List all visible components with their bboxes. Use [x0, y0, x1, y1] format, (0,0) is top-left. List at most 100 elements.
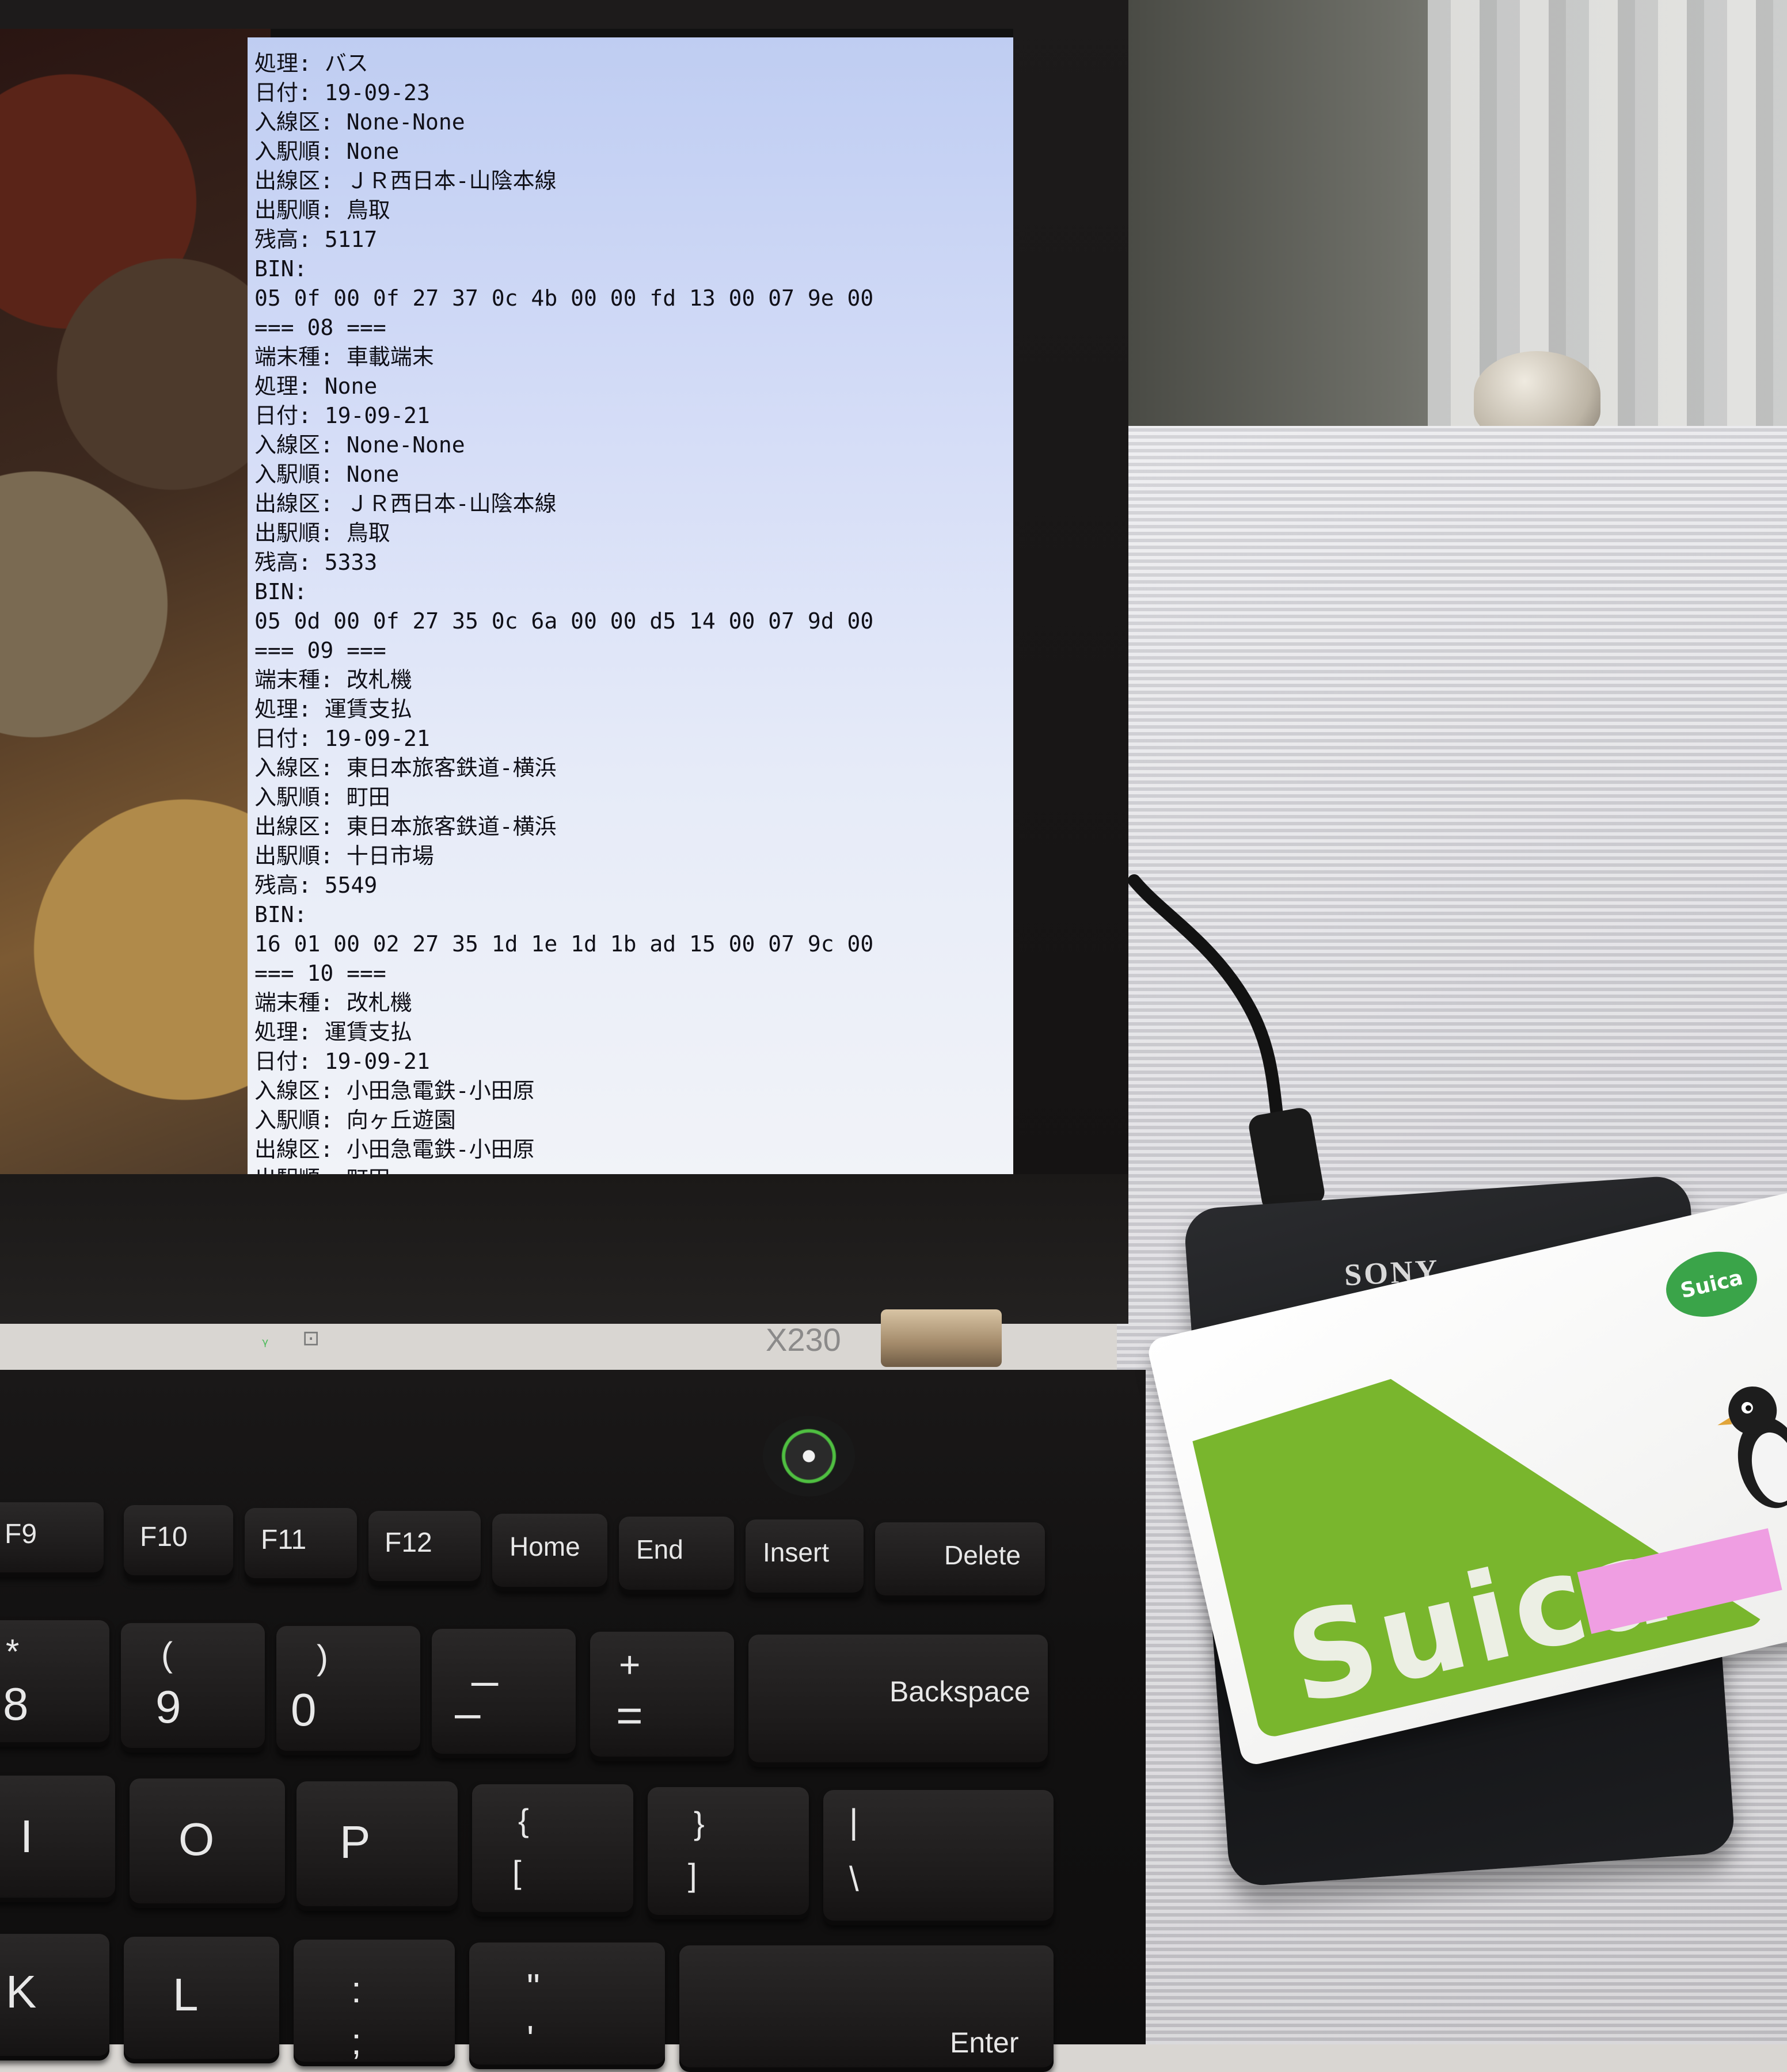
- key-semicolon[interactable]: :;: [294, 1940, 455, 2066]
- key-i-label: I: [20, 1811, 33, 1862]
- terminal-line: 処理: 運賃支払: [254, 1019, 412, 1045]
- terminal-line: BIN:: [254, 579, 307, 604]
- terminal-line: 日付: 19-09-23: [254, 80, 430, 105]
- terminal-line: 日付: 19-09-21: [254, 726, 430, 751]
- key-8-bottom: 8: [3, 1678, 29, 1730]
- wifi-led-icon: ᵧ: [262, 1330, 269, 1350]
- key-0-top: ): [317, 1638, 328, 1677]
- terminal-line: 出駅順: 鳥取: [254, 520, 390, 546]
- key-minus-bottom: –: [455, 1687, 481, 1738]
- terminal-line: 日付: 19-09-21: [254, 1049, 430, 1074]
- key-quote-bottom: ': [527, 2018, 534, 2059]
- trackpoint-icon[interactable]: [763, 1416, 855, 1496]
- terminal-line: 入駅順: None: [254, 139, 400, 164]
- terminal-line: 入線区: 東日本旅客鉄道-横浜: [254, 755, 557, 780]
- key-equals-top: +: [619, 1644, 641, 1685]
- terminal-line: 出駅順: 鳥取: [254, 197, 390, 223]
- terminal-line: 端末種: 改札機: [254, 667, 412, 692]
- terminal-line: 入駅順: 町田: [254, 784, 390, 810]
- penguin-icon: [1717, 1386, 1787, 1509]
- background-curtain: [1428, 0, 1787, 437]
- terminal-line: 05 0d 00 0f 27 35 0c 6a 00 00 d5 14 00 0…: [254, 608, 874, 634]
- desktop-wallpaper: [0, 29, 271, 1174]
- key-l-label: L: [173, 1969, 199, 2020]
- key-right-brace-bottom: ]: [688, 1857, 697, 1893]
- key-equals-bottom: =: [616, 1690, 643, 1741]
- key-8[interactable]: * 8: [0, 1620, 109, 1747]
- key-i[interactable]: I: [0, 1776, 115, 1902]
- key-delete-label: Delete: [944, 1540, 1021, 1570]
- terminal-line: 端末種: 車載端末: [254, 344, 434, 370]
- terminal-line: 出駅順: 町田: [254, 1164, 1013, 1174]
- terminal-line: 残高: 5117: [254, 227, 378, 252]
- key-k[interactable]: K: [0, 1934, 109, 2060]
- terminal-line: 入線区: 小田急電鉄-小田原: [254, 1078, 535, 1103]
- key-backspace[interactable]: Backspace: [748, 1635, 1048, 1767]
- terminal-line: 入線区: None-None: [254, 109, 465, 135]
- usb-cable: [1128, 874, 1325, 1212]
- key-left-brace-top: {: [518, 1802, 529, 1838]
- key-0-bottom: 0: [291, 1684, 317, 1735]
- key-l[interactable]: L: [124, 1937, 279, 2063]
- key-right-brace-top: }: [694, 1805, 705, 1841]
- key-delete[interactable]: Delete: [875, 1522, 1045, 1600]
- key-semicolon-top: :: [351, 1969, 362, 2010]
- key-home[interactable]: Home: [492, 1514, 607, 1591]
- key-f12[interactable]: F12: [368, 1511, 481, 1586]
- key-equals[interactable]: + =: [590, 1632, 734, 1761]
- key-f9-label: F9: [5, 1519, 37, 1549]
- key-quote-top: ": [527, 1966, 540, 2008]
- laptop-screen: 処理: バス 日付: 19-09-23 入線区: None-None 入駅順: Non…: [0, 29, 1013, 1174]
- terminal-line: 05 0f 00 0f 27 37 0c 4b 00 00 fd 13 00 0…: [254, 285, 874, 311]
- key-quote[interactable]: " ': [469, 1943, 665, 2069]
- background-knob: [1474, 351, 1600, 437]
- battery-led-icon: ⊡: [302, 1327, 320, 1350]
- terminal-line: BIN:: [254, 256, 307, 281]
- key-o[interactable]: O: [130, 1778, 285, 1908]
- key-0[interactable]: ) 0: [276, 1626, 420, 1755]
- terminal-line: BIN:: [254, 902, 307, 927]
- terminal-line: 出線区: ＪＲ西日本-山陰本線: [254, 491, 557, 516]
- key-end-label: End: [636, 1534, 683, 1564]
- key-f9[interactable]: F9: [0, 1502, 104, 1577]
- terminal-line: 入駅順: 向ヶ丘遊園: [254, 1107, 456, 1133]
- terminal-output: 処理: バス 日付: 19-09-23 入線区: None-None 入駅順: Non…: [254, 49, 1013, 1174]
- key-9-bottom: 9: [155, 1681, 181, 1732]
- terminal-line: 出線区: 東日本旅客鉄道-横浜: [254, 814, 557, 839]
- terminal-line: 処理: 運賃支払: [254, 696, 412, 722]
- terminal-line: 入駅順: None: [254, 462, 400, 487]
- key-enter[interactable]: Enter: [679, 1945, 1054, 2072]
- terminal-line: 入線区: None-None: [254, 432, 465, 458]
- key-9[interactable]: (9: [121, 1623, 265, 1753]
- key-8-top: *: [6, 1632, 20, 1671]
- card-logo: Suica: [1659, 1243, 1764, 1326]
- key-insert-label: Insert: [763, 1537, 830, 1567]
- key-9-top: (: [161, 1635, 173, 1674]
- key-f11[interactable]: F11: [245, 1508, 357, 1583]
- key-f11-label: F11: [261, 1525, 307, 1555]
- key-backslash-bottom: \: [849, 1860, 859, 1898]
- key-minus-top: _: [472, 1635, 498, 1686]
- key-f10-label: F10: [140, 1522, 188, 1552]
- key-end[interactable]: End: [619, 1517, 734, 1594]
- terminal-line: 端末種: 改札機: [254, 990, 412, 1015]
- terminal-line: === 08 ===: [254, 315, 386, 340]
- key-insert[interactable]: Insert: [746, 1519, 864, 1597]
- key-home-label: Home: [510, 1532, 580, 1561]
- key-left-brace-bottom: [: [512, 1854, 522, 1890]
- terminal-line: 残高: 5333: [254, 550, 378, 575]
- key-p[interactable]: P: [296, 1781, 458, 1911]
- key-o-label: O: [178, 1814, 215, 1865]
- key-right-brace[interactable]: }]: [648, 1787, 809, 1919]
- terminal-window[interactable]: 処理: バス 日付: 19-09-23 入線区: None-None 入駅順: Non…: [248, 37, 1013, 1174]
- terminal-line: 出線区: ＪＲ西日本-山陰本線: [254, 168, 557, 193]
- key-f10[interactable]: F10: [124, 1505, 233, 1580]
- key-backslash[interactable]: | \: [823, 1790, 1054, 1925]
- terminal-line: === 09 ===: [254, 638, 386, 663]
- key-p-label: P: [340, 1816, 371, 1868]
- terminal-line: 残高: 5549: [254, 873, 378, 898]
- key-minus[interactable]: _ –: [432, 1629, 576, 1758]
- hinge-latch: [881, 1309, 1002, 1367]
- terminal-line: 出駅順: 十日市場: [254, 843, 434, 869]
- key-left-brace[interactable]: {[: [472, 1784, 633, 1917]
